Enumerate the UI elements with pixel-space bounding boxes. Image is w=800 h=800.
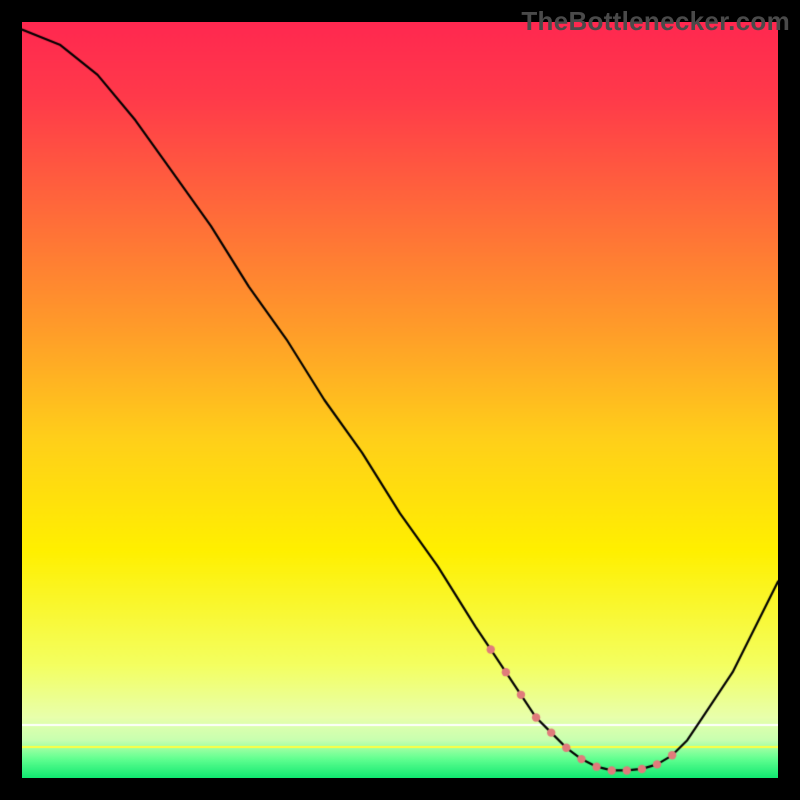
- curve-layer: [22, 22, 778, 778]
- watermark-text: TheBottlenecker.com: [521, 6, 790, 37]
- plot-area: [22, 22, 778, 778]
- chart-frame: TheBottlenecker.com: [0, 0, 800, 800]
